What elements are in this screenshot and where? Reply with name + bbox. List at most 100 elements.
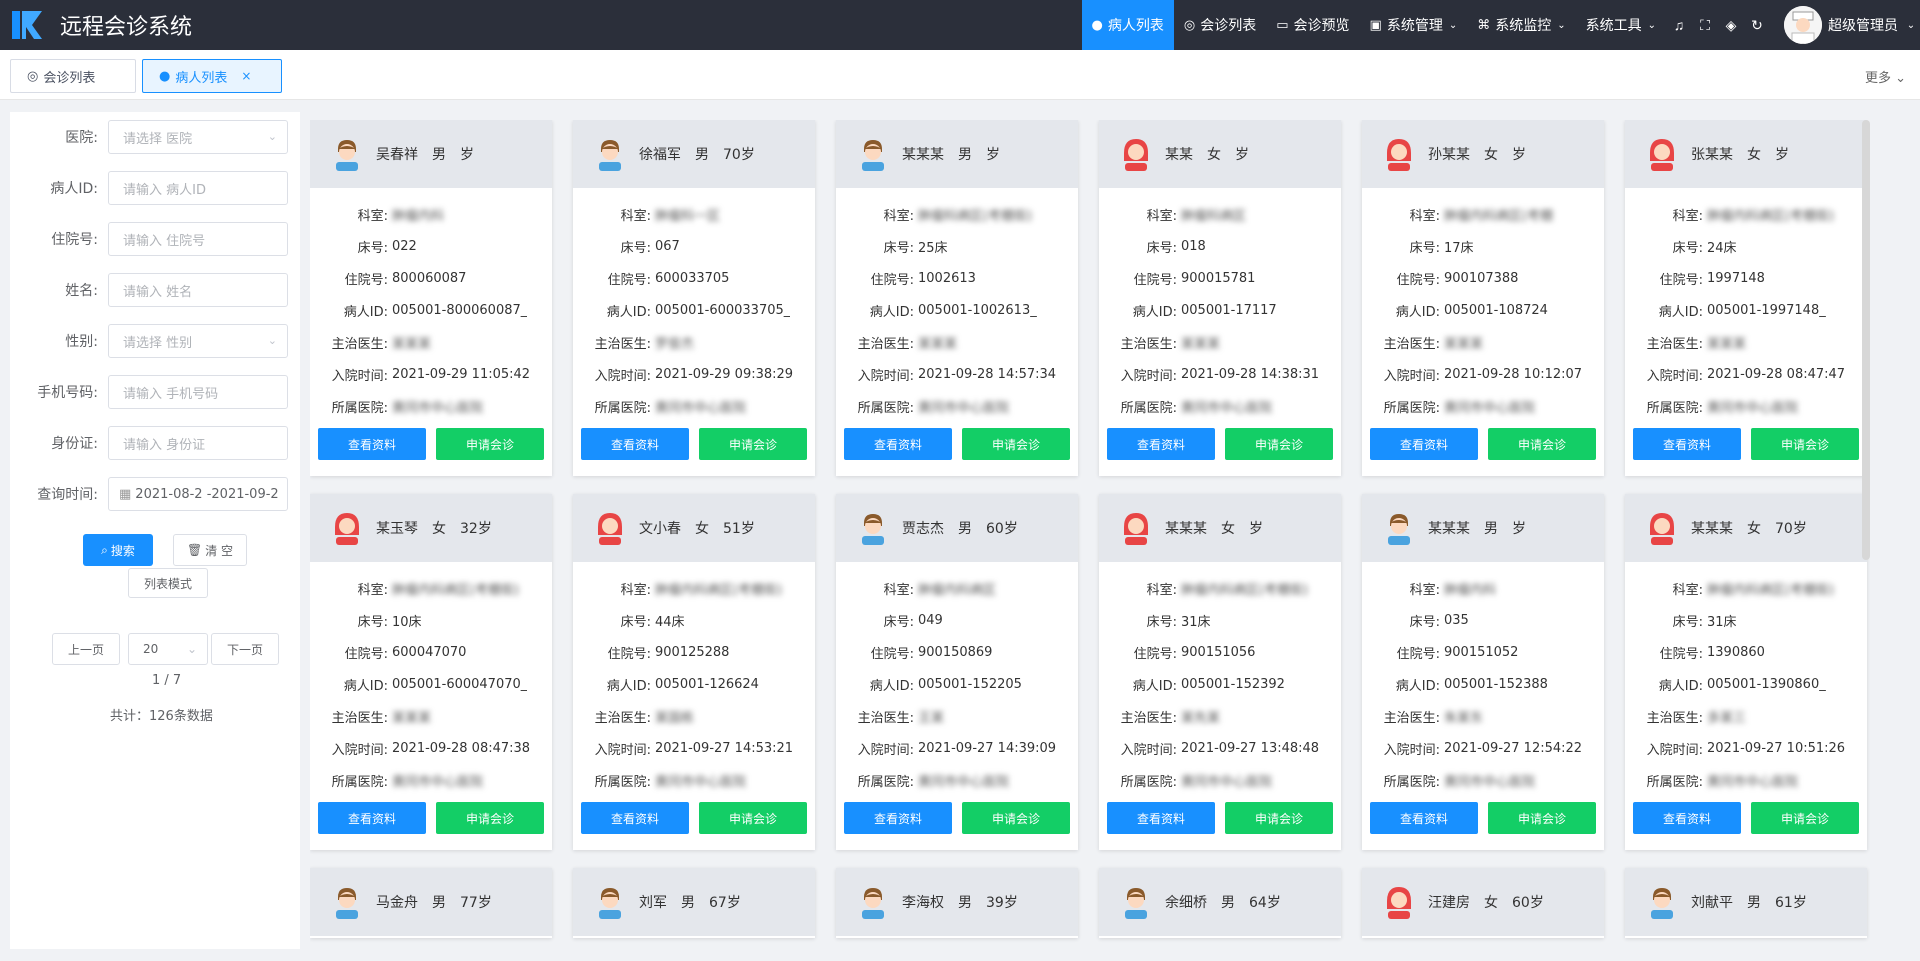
view-details-button[interactable]: 查看资料: [1633, 428, 1741, 460]
filter-inpatient-no: 住院号: 请输入 住院号: [10, 222, 300, 256]
field-value: 1002613: [918, 270, 976, 286]
apply-consult-button[interactable]: 申请会诊: [962, 802, 1070, 834]
card-field-inpatient-no: 住院号: 1390860: [1625, 636, 1867, 668]
apply-consult-button[interactable]: 申请会诊: [1225, 428, 1333, 460]
apply-consult-button[interactable]: 申请会诊: [436, 428, 544, 460]
female-avatar-icon: [595, 511, 625, 545]
field-label: 住院号:: [1396, 272, 1440, 288]
patient-age: 51岁: [723, 521, 755, 537]
card-field-inpatient-no: 住院号: 1002613: [836, 262, 1078, 294]
view-details-button[interactable]: 查看资料: [844, 428, 952, 460]
bell-icon[interactable]: ♫: [1666, 17, 1692, 33]
female-avatar-icon: [1121, 511, 1151, 545]
card-field-dept: 科室: 肿瘤内科: [310, 198, 552, 230]
chevron-down-icon: ⌄: [267, 334, 277, 347]
button-label: 清 空: [205, 543, 234, 558]
nav-consult-preview[interactable]: ▭ 会诊预览: [1266, 0, 1359, 50]
theme-icon[interactable]: ◈: [1718, 17, 1744, 34]
field-value: 黄冈市中心医院: [1707, 400, 1799, 416]
card-body: 科室: 肿瘤内科病区(考棚街) 床号: 31床 住院号: 1390860 病人ID: 0050…: [1625, 562, 1867, 796]
nav-system-manage[interactable]: ▣ 系统管理 ⌄: [1360, 0, 1468, 50]
apply-consult-button[interactable]: 申请会诊: [436, 802, 544, 834]
card-field-bed: 床号: 24床: [1625, 230, 1867, 262]
apply-consult-button[interactable]: 申请会诊: [962, 428, 1070, 460]
page-size-select[interactable]: 20 ⌄: [128, 633, 208, 665]
card-field-doctor: 主治医生: 多某三: [1625, 700, 1867, 732]
patient-gender: 女: [1747, 521, 1761, 537]
view-details-button[interactable]: 查看资料: [1107, 802, 1215, 834]
apply-consult-button[interactable]: 申请会诊: [1751, 802, 1859, 834]
field-label: 病人ID:: [343, 304, 388, 320]
fullscreen-icon[interactable]: ⛶: [1692, 17, 1718, 34]
refresh-icon[interactable]: ↻: [1744, 17, 1770, 34]
apply-consult-button[interactable]: 申请会诊: [1751, 428, 1859, 460]
view-details-button[interactable]: 查看资料: [318, 428, 426, 460]
field-value: 067: [655, 238, 680, 254]
list-mode-button[interactable]: 列表模式: [128, 568, 208, 598]
field-label: 所属医院:: [1646, 774, 1703, 790]
view-details-button[interactable]: 查看资料: [1370, 802, 1478, 834]
patient-id-input[interactable]: 请输入 病人ID: [108, 171, 288, 205]
card-field-inpatient-no: 住院号: 600033705: [573, 262, 815, 294]
view-details-button[interactable]: 查看资料: [1107, 428, 1215, 460]
field-label: 主治医生:: [1646, 710, 1703, 726]
user-name[interactable]: 超级管理员: [1828, 15, 1898, 35]
scrollbar[interactable]: [1862, 120, 1870, 560]
field-value: 2021-09-27 14:53:21: [655, 740, 794, 756]
phone-input[interactable]: 请输入 手机号码: [108, 375, 288, 409]
apply-consult-button[interactable]: 申请会诊: [1225, 802, 1333, 834]
card-field-patient-id: 病人ID: 005001-152388: [1362, 668, 1604, 700]
view-details-button[interactable]: 查看资料: [581, 802, 689, 834]
view-details-button[interactable]: 查看资料: [581, 428, 689, 460]
id-card-input[interactable]: 请输入 身份证: [108, 426, 288, 460]
field-label: 主治医生:: [594, 710, 651, 726]
card-body: 科室: 肿瘤内科 床号: 035 住院号: 900151052 病人ID: 005001-15…: [1362, 562, 1604, 796]
field-value: 900107388: [1444, 270, 1519, 286]
hospital-select[interactable]: 请选择 医院 ⌄: [108, 120, 288, 154]
next-page-button[interactable]: 下一页: [211, 633, 279, 665]
apply-consult-button[interactable]: 申请会诊: [699, 428, 807, 460]
apply-consult-button[interactable]: 申请会诊: [1488, 802, 1596, 834]
search-button[interactable]: ⌕ 搜索: [83, 534, 153, 566]
field-label: 病人ID:: [1395, 678, 1440, 694]
card-actions: 查看资料 申请会诊: [1625, 796, 1867, 842]
field-label: 住院号:: [1659, 272, 1703, 288]
view-details-button[interactable]: 查看资料: [1370, 428, 1478, 460]
patient-name: 某某: [1165, 147, 1193, 163]
view-details-button[interactable]: 查看资料: [844, 802, 952, 834]
close-icon[interactable]: ×: [241, 69, 251, 83]
nav-system-tools[interactable]: 系统工具 ⌄: [1576, 0, 1666, 50]
apply-consult-button[interactable]: 申请会诊: [699, 802, 807, 834]
name-input[interactable]: 请输入 姓名: [108, 273, 288, 307]
field-value: 某某某: [392, 710, 432, 726]
tab-consult-list[interactable]: ◎ 会诊列表: [10, 59, 136, 93]
field-value: 1390860: [1707, 644, 1765, 660]
view-details-button[interactable]: 查看资料: [318, 802, 426, 834]
field-label: 住院号:: [607, 272, 651, 288]
gender-select[interactable]: 请选择 性别 ⌄: [108, 324, 288, 358]
more-tabs-button[interactable]: 更多 ⌄: [1865, 67, 1906, 86]
card-body: 科室: 肿瘤内科病区(考棚街) 床号: 31床 住院号: 900151056 病人ID: 00…: [1099, 562, 1341, 796]
avatar[interactable]: [1784, 6, 1822, 44]
field-label: 床号:: [1409, 240, 1440, 256]
monitor-icon: ▭: [1276, 17, 1289, 33]
nav-consult-list[interactable]: ◎ 会诊列表: [1174, 0, 1266, 50]
date-range-value: 2021-08-2 -2021-09-2: [135, 486, 279, 502]
tab-patient-list[interactable]: ● 病人列表 ×: [142, 59, 282, 93]
view-details-button[interactable]: 查看资料: [1633, 802, 1741, 834]
field-label: 科室:: [357, 582, 388, 598]
field-label: 病人ID:: [1395, 304, 1440, 320]
chevron-down-icon[interactable]: ⌄: [1902, 20, 1920, 31]
field-label: 科室:: [883, 208, 914, 224]
nav-system-monitor[interactable]: ⌘ 系统监控 ⌄: [1467, 0, 1575, 50]
apply-consult-button[interactable]: 申请会诊: [1488, 428, 1596, 460]
prev-page-button[interactable]: 上一页: [52, 633, 120, 665]
patient-gender: 女: [432, 521, 446, 537]
inpatient-no-input[interactable]: 请输入 住院号: [108, 222, 288, 256]
field-value: 005001-1390860_: [1707, 676, 1826, 692]
card-header: 汪建房女 60岁: [1362, 868, 1604, 936]
date-range-picker[interactable]: ▦ 2021-08-2 -2021-09-2: [108, 477, 288, 511]
clear-button[interactable]: 🗑 清 空: [173, 534, 247, 566]
card-field-admit-time: 入院时间: 2021-09-27 13:48:48: [1099, 732, 1341, 764]
nav-patient-list[interactable]: ● 病人列表: [1081, 0, 1174, 50]
